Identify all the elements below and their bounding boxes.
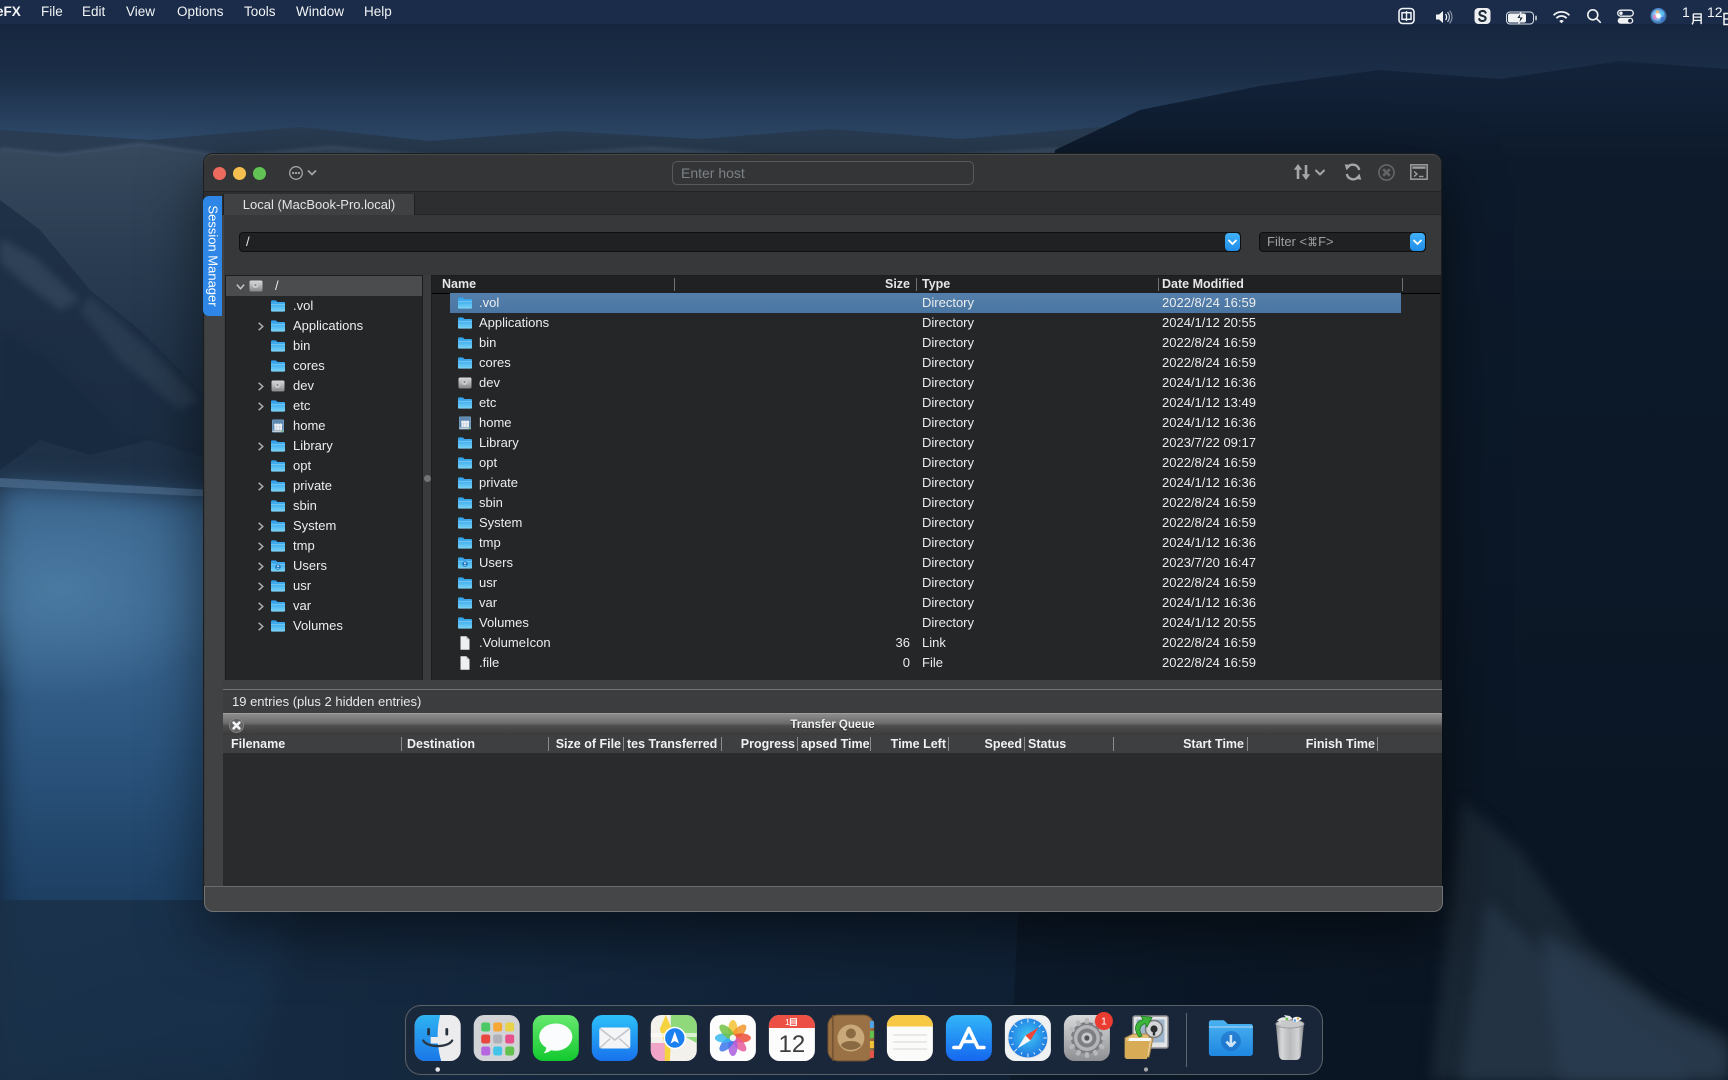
svg-text:1: 1 <box>785 1017 790 1027</box>
svg-text:1: 1 <box>1101 1016 1107 1028</box>
svg-text:12: 12 <box>779 1031 806 1058</box>
